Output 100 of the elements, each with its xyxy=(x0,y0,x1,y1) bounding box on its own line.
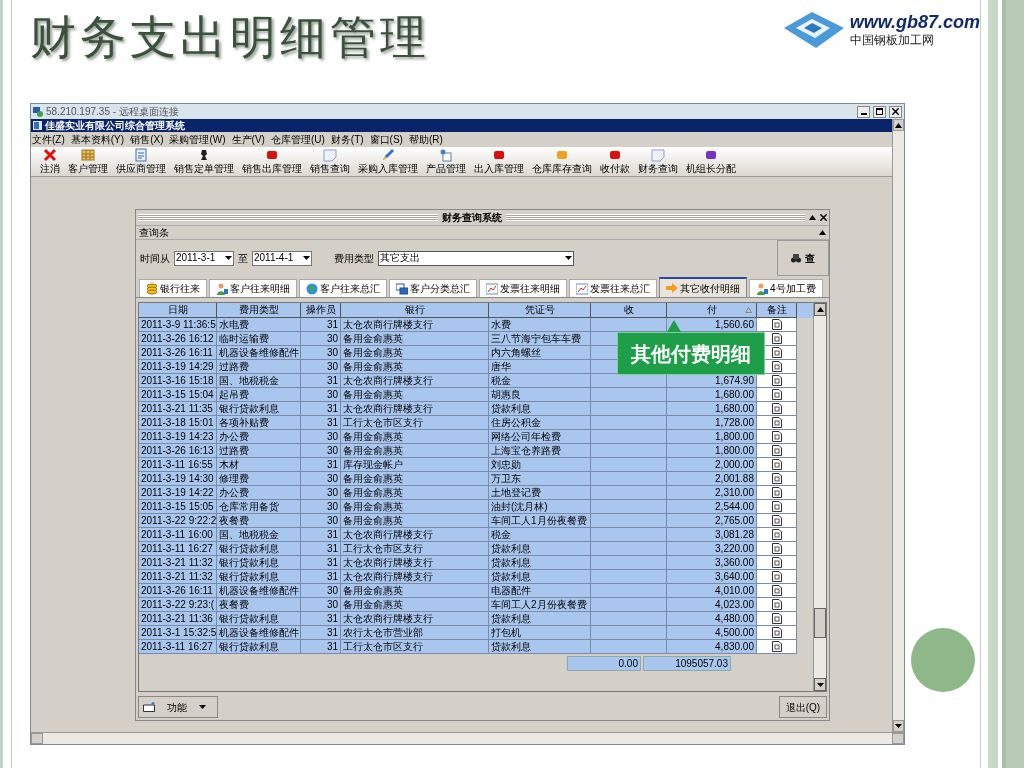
memo-icon[interactable] xyxy=(771,529,782,540)
table-cell: 1,800.00 xyxy=(667,430,757,444)
memo-icon[interactable] xyxy=(771,627,782,638)
toolbar-button[interactable]: 注消 xyxy=(39,148,61,174)
memo-icon[interactable] xyxy=(771,361,782,372)
memo-icon[interactable] xyxy=(771,515,782,526)
minimize-button[interactable] xyxy=(857,105,870,118)
table-cell: 2,001.88 xyxy=(667,472,757,486)
scroll-up-icon[interactable] xyxy=(895,122,902,128)
memo-icon[interactable] xyxy=(771,501,782,512)
toolbar-button[interactable]: 客户管理 xyxy=(67,148,109,174)
table-cell: 过路费 xyxy=(217,444,301,458)
memo-icon[interactable] xyxy=(771,375,782,386)
table-cell: 备用金俞惠英 xyxy=(341,472,489,486)
memo-icon[interactable] xyxy=(771,403,782,414)
menu-item[interactable]: 窗口(S) xyxy=(369,134,403,145)
tab[interactable]: 客户分类总汇 xyxy=(389,279,477,297)
table-cell: 31 xyxy=(301,402,341,416)
table-cell: 30 xyxy=(301,388,341,402)
table-cell: 银行贷款利息 xyxy=(217,612,301,626)
collapse-icon[interactable] xyxy=(819,230,826,235)
scroll-up-icon[interactable] xyxy=(816,307,824,312)
chart-icon xyxy=(576,282,588,295)
tab[interactable]: 其它收付明细 xyxy=(659,277,747,297)
memo-icon[interactable] xyxy=(771,585,782,596)
table-cell: 1,680.00 xyxy=(667,402,757,416)
toolbar-button[interactable]: 销售查询 xyxy=(309,148,351,174)
toolbar-button[interactable]: 收付款 xyxy=(599,148,631,174)
table-cell: 2011-3-22 9:23:( xyxy=(139,598,217,612)
tab[interactable]: 发票往来明细 xyxy=(479,279,567,297)
memo-icon[interactable] xyxy=(771,543,782,554)
table-cell: 备用金俞惠英 xyxy=(341,486,489,500)
table-cell: 电器配件 xyxy=(489,584,591,598)
menu-item[interactable]: 销售(X) xyxy=(130,134,164,145)
table-cell: 上海宝仓养路费 xyxy=(489,444,591,458)
gem-icon xyxy=(267,151,277,159)
toolbar-button[interactable]: 销售出库管理 xyxy=(241,148,303,174)
table-cell: 太仓农商行牌楼支行 xyxy=(341,528,489,542)
scroll-thumb[interactable] xyxy=(814,608,826,638)
table-cell: 网络公司年检费 xyxy=(489,430,591,444)
table-cell: 31 xyxy=(301,318,341,332)
memo-icon[interactable] xyxy=(771,487,782,498)
function-button[interactable]: 功能 xyxy=(138,696,218,718)
toolbar-button[interactable]: 采购入库管理 xyxy=(357,148,419,174)
memo-icon[interactable] xyxy=(771,389,782,400)
vertical-scrollbar[interactable] xyxy=(813,303,826,691)
collapse-icon[interactable] xyxy=(809,215,816,220)
tab[interactable]: 4号加工费 xyxy=(749,279,823,297)
exit-button[interactable]: 退出(Q) xyxy=(779,696,827,718)
tab[interactable]: 客户往来明细 xyxy=(209,279,297,297)
date-field[interactable]: 2011-3-1 xyxy=(174,250,234,266)
memo-icon[interactable] xyxy=(771,557,782,568)
toolbar-button[interactable]: 财务查询 xyxy=(637,148,679,174)
table-cell: 贷款利息 xyxy=(489,612,591,626)
memo-icon[interactable] xyxy=(771,319,782,330)
menu-item[interactable]: 财务(T) xyxy=(330,134,364,145)
toolbar-button[interactable]: 供应商管理 xyxy=(115,148,167,174)
toolbar-button[interactable]: 销售定单管理 xyxy=(173,148,235,174)
memo-icon[interactable] xyxy=(771,599,782,610)
date-field[interactable]: 2011-4-1 xyxy=(252,250,312,266)
menu-item[interactable]: 生产(V) xyxy=(231,134,265,145)
menu-item[interactable]: 文件(Z) xyxy=(32,134,65,145)
toolbar-button[interactable]: 产品管理 xyxy=(425,148,467,174)
memo-icon[interactable] xyxy=(771,473,782,484)
memo-icon[interactable] xyxy=(771,459,782,470)
menu-item[interactable]: 采购管理(W) xyxy=(169,134,226,145)
table-cell: 夜餐费 xyxy=(217,598,301,612)
vertical-scrollbar[interactable] xyxy=(892,119,904,732)
horizontal-scrollbar[interactable] xyxy=(31,732,904,744)
memo-icon[interactable] xyxy=(771,571,782,582)
toolbar-button[interactable]: 仓库库存查询 xyxy=(531,148,593,174)
tab[interactable]: 银行往来 xyxy=(139,279,207,297)
toolbar-button[interactable]: 出入库管理 xyxy=(473,148,525,174)
table-cell: 30 xyxy=(301,598,341,612)
memo-icon[interactable] xyxy=(771,641,782,652)
table-cell: 住房公积金 xyxy=(489,416,591,430)
menu-item[interactable]: 帮助(R) xyxy=(408,134,443,145)
table-cell: 31 xyxy=(301,626,341,640)
table-cell: 工行太仓市区支行 xyxy=(341,542,489,556)
memo-icon[interactable] xyxy=(771,333,782,344)
menu-item[interactable]: 基本资料(Y) xyxy=(70,134,125,145)
search-button[interactable]: 查 xyxy=(777,240,829,276)
dropdown-arrow-icon xyxy=(303,256,310,260)
tab[interactable]: 发票往来总汇 xyxy=(569,279,657,297)
type-dropdown[interactable]: 其它支出 xyxy=(378,250,574,266)
maximize-button[interactable] xyxy=(873,105,886,118)
memo-icon[interactable] xyxy=(771,445,782,456)
table-cell: 2,000.00 xyxy=(667,458,757,472)
table-cell: 1,800.00 xyxy=(667,444,757,458)
toolbar-button[interactable]: 机组长分配 xyxy=(685,148,737,174)
table-cell: 银行贷款利息 xyxy=(217,570,301,584)
close-icon[interactable] xyxy=(820,214,827,221)
close-button[interactable] xyxy=(889,105,902,118)
tab[interactable]: 客户往来总汇 xyxy=(299,279,387,297)
memo-icon[interactable] xyxy=(771,347,782,358)
memo-icon[interactable] xyxy=(771,417,782,428)
memo-icon[interactable] xyxy=(771,431,782,442)
menu-item[interactable]: 仓库管理(U) xyxy=(270,134,325,145)
table-cell: 31 xyxy=(301,542,341,556)
memo-icon[interactable] xyxy=(771,613,782,624)
